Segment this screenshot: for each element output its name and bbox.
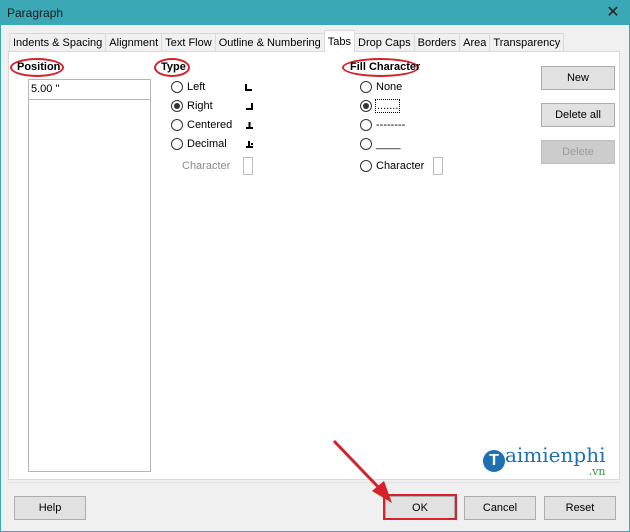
type-left-radio[interactable] bbox=[171, 81, 183, 93]
logo-domain: .vn bbox=[588, 465, 606, 478]
title-bar: Paragraph ✕ bbox=[1, 1, 629, 25]
reset-button[interactable]: Reset bbox=[544, 496, 616, 520]
tab-decimal-icon bbox=[246, 141, 253, 148]
tabs-panel: Position 5.00 " Type Left Right Centered… bbox=[8, 51, 620, 480]
fill-dots-option[interactable]: ....... bbox=[360, 98, 401, 114]
type-character-input[interactable] bbox=[243, 157, 253, 175]
tab-tabs[interactable]: Tabs bbox=[323, 30, 356, 52]
fill-dashes-radio[interactable] bbox=[360, 119, 372, 131]
type-decimal-option[interactable]: Decimal bbox=[171, 136, 227, 152]
position-input[interactable]: 5.00 " bbox=[28, 79, 151, 100]
type-right-label: Right bbox=[187, 100, 213, 112]
type-right-radio[interactable] bbox=[171, 100, 183, 112]
footer-divider bbox=[8, 482, 620, 483]
close-icon[interactable]: ✕ bbox=[603, 3, 623, 23]
fill-dashes-option[interactable]: -------- bbox=[360, 117, 405, 133]
fill-none-option[interactable]: None bbox=[360, 79, 402, 95]
fill-dashes-label: -------- bbox=[376, 119, 406, 131]
fill-underline-option[interactable]: ____ bbox=[360, 136, 400, 152]
tab-alignment[interactable]: Alignment bbox=[105, 33, 163, 52]
delete-all-button[interactable]: Delete all bbox=[541, 103, 615, 127]
fill-none-label: None bbox=[376, 81, 403, 93]
type-centered-option[interactable]: Centered bbox=[171, 117, 232, 133]
tab-indents-spacing[interactable]: Indents & Spacing bbox=[9, 33, 107, 52]
position-list[interactable] bbox=[28, 99, 151, 472]
tab-area[interactable]: Area bbox=[459, 33, 491, 52]
fill-character-option[interactable]: Character bbox=[360, 158, 424, 174]
fill-dots-radio[interactable] bbox=[360, 100, 372, 112]
type-decimal-radio[interactable] bbox=[171, 138, 183, 150]
fill-dots-label: ....... bbox=[374, 99, 401, 113]
type-centered-radio[interactable] bbox=[171, 119, 183, 131]
type-heading: Type bbox=[161, 61, 186, 73]
tab-bar: Indents & Spacing Alignment Text Flow Ou… bbox=[9, 30, 565, 52]
annotation-arrow bbox=[332, 439, 392, 503]
tab-left-icon bbox=[245, 84, 252, 91]
type-character-label: Character bbox=[182, 160, 231, 172]
window-title: Paragraph bbox=[7, 6, 64, 20]
logo-initial: T bbox=[483, 450, 505, 472]
tab-right-icon bbox=[246, 103, 253, 110]
watermark-logo: Taimienphi .vn bbox=[483, 443, 606, 478]
tab-drop-caps[interactable]: Drop Caps bbox=[354, 33, 415, 52]
paragraph-dialog: Paragraph ✕ Indents & Spacing Alignment … bbox=[0, 0, 630, 532]
fill-character-heading: Fill Character bbox=[350, 61, 421, 73]
fill-underline-radio[interactable] bbox=[360, 138, 372, 150]
tab-center-icon bbox=[246, 122, 253, 129]
fill-character-input[interactable] bbox=[433, 157, 443, 175]
help-button[interactable]: Help bbox=[14, 496, 86, 520]
fill-underline-label: ____ bbox=[376, 138, 401, 150]
position-heading: Position bbox=[17, 61, 61, 73]
type-centered-label: Centered bbox=[187, 119, 233, 131]
tab-transparency[interactable]: Transparency bbox=[489, 33, 565, 52]
tab-text-flow[interactable]: Text Flow bbox=[161, 33, 216, 52]
type-decimal-label: Decimal bbox=[187, 138, 227, 150]
new-button[interactable]: New bbox=[541, 66, 615, 90]
type-left-label: Left bbox=[187, 81, 206, 93]
fill-character-radio[interactable] bbox=[360, 160, 372, 172]
type-left-option[interactable]: Left bbox=[171, 79, 205, 95]
delete-button[interactable]: Delete bbox=[541, 140, 615, 164]
tab-borders[interactable]: Borders bbox=[413, 33, 461, 52]
cancel-button[interactable]: Cancel bbox=[464, 496, 536, 520]
logo-text: aimienphi bbox=[505, 443, 606, 467]
fill-none-radio[interactable] bbox=[360, 81, 372, 93]
tab-outline-numbering[interactable]: Outline & Numbering bbox=[214, 33, 325, 52]
type-right-option[interactable]: Right bbox=[171, 98, 213, 114]
fill-character-label: Character bbox=[376, 160, 425, 172]
